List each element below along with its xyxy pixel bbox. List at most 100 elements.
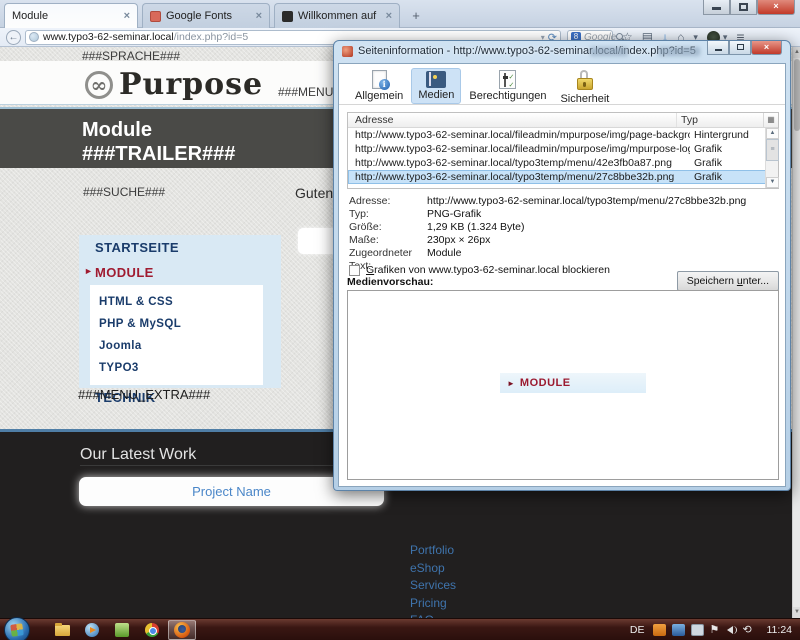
scrollbar-thumb[interactable]: [794, 59, 800, 131]
dialog-close-button[interactable]: ×: [751, 41, 782, 55]
media-row[interactable]: http://www.typo3-62-seminar.local/filead…: [348, 142, 778, 156]
nav-item-module[interactable]: ► MODULE: [79, 260, 281, 285]
desktop: Module × Google Fonts × Willkommen auf p…: [0, 0, 800, 640]
nav-item-joomla[interactable]: Joomla: [90, 335, 263, 357]
maximize-button[interactable]: [730, 0, 757, 15]
firefox-icon: [174, 622, 190, 638]
scroll-up-icon[interactable]: ▲: [793, 47, 800, 58]
dialog-maximize-button[interactable]: [729, 41, 751, 55]
media-player-taskbar-button[interactable]: [78, 620, 106, 640]
tab-sicherheit[interactable]: Sicherheit: [554, 68, 615, 105]
firefox-taskbar-button[interactable]: [168, 620, 196, 640]
tray-app-icon[interactable]: [652, 624, 666, 636]
dialog-title: Seiteninformation - http://www.typo3-62-…: [358, 45, 696, 57]
lock-icon: [576, 70, 594, 92]
detail-value-zugeordneter-text: Module: [427, 247, 462, 259]
volume-icon[interactable]: [726, 624, 737, 636]
preview-image-text: MODULE: [519, 377, 571, 389]
blurred-page-text: [658, 47, 700, 56]
close-button[interactable]: ×: [757, 0, 795, 15]
dialog-body: i Allgemein Medien ✓ ✓ Berechtigungen Sic…: [338, 63, 786, 487]
tab-allgemein[interactable]: i Allgemein: [349, 68, 409, 104]
sync-icon[interactable]: ⟲: [743, 624, 755, 636]
tab-medien[interactable]: Medien: [411, 68, 462, 104]
dialog-window-controls: ×: [707, 41, 782, 55]
chrome-taskbar-button[interactable]: [138, 620, 166, 640]
media-icon: [426, 71, 447, 88]
list-scroll-up-icon[interactable]: ▲: [766, 128, 779, 139]
language-indicator[interactable]: DE: [630, 624, 645, 636]
url-host: www.typo3-62-seminar.local: [43, 31, 174, 43]
dialog-tabs: i Allgemein Medien ✓ ✓ Berechtigungen Sic…: [339, 64, 785, 105]
tab-title: Willkommen auf pcsystem...: [298, 10, 378, 22]
new-tab-button[interactable]: +: [404, 6, 428, 25]
column-typ[interactable]: Typ: [677, 113, 763, 127]
scroll-down-icon[interactable]: ▼: [793, 607, 800, 618]
tab-google-fonts[interactable]: Google Fonts ×: [142, 3, 270, 28]
detail-value-typ: PNG-Grafik: [427, 208, 482, 220]
minimize-button[interactable]: [703, 0, 730, 15]
media-row[interactable]: http://www.typo3-62-seminar.local/filead…: [348, 128, 778, 142]
site-logo[interactable]: ∞ Purpose: [85, 67, 263, 102]
nav-item-startseite[interactable]: STARTSEITE: [79, 235, 281, 260]
explorer-taskbar-button[interactable]: [48, 620, 76, 640]
preview-image: ► MODULE: [500, 373, 646, 393]
media-details: Adresse: http://www.typo3-62-seminar.loca…: [349, 195, 747, 272]
latest-work-heading: Our Latest Work: [80, 446, 197, 463]
media-list: Adresse Typ ▦ http://www.typo3-62-semina…: [347, 112, 779, 189]
network-icon[interactable]: [671, 624, 685, 636]
detail-label: Größe:: [349, 221, 382, 233]
window-controls: ×: [703, 0, 795, 15]
display-icon[interactable]: [690, 624, 704, 636]
tab-close-icon[interactable]: ×: [256, 10, 262, 22]
app-taskbar-button[interactable]: [108, 620, 136, 640]
tab-willkommen[interactable]: Willkommen auf pcsystem... ×: [274, 3, 400, 28]
infinity-logo-icon: ∞: [85, 70, 113, 99]
tab-close-icon[interactable]: ×: [386, 10, 392, 22]
blurred-page-text: [590, 47, 628, 56]
tab-close-icon[interactable]: ×: [124, 10, 130, 22]
site-favicon: [282, 10, 293, 22]
block-images-label: Grafiken von www.typo3-62-seminar.local …: [366, 264, 610, 276]
system-tray: DE ⚑ ⟲ 11:24: [630, 619, 796, 640]
list-scrollbar[interactable]: ▲ ≡ ▼: [765, 128, 779, 188]
column-adresse[interactable]: Adresse: [348, 113, 677, 127]
greeting-text: Guten: [295, 185, 334, 201]
tab-module[interactable]: Module ×: [4, 3, 138, 28]
chrome-icon: [145, 623, 159, 637]
general-info-icon: i: [371, 70, 390, 90]
site-identity-icon[interactable]: [29, 32, 39, 42]
dialog-titlebar[interactable]: Seiteninformation - http://www.typo3-62-…: [342, 45, 696, 57]
list-scroll-down-icon[interactable]: ▼: [766, 177, 779, 188]
main-navigation: STARTSEITE ► MODULE HTML & CSS PHP & MyS…: [79, 235, 281, 405]
detail-value-adresse: http://www.typo3-62-seminar.local/typo3t…: [427, 195, 747, 207]
tab-berechtigungen[interactable]: ✓ ✓ Berechtigungen: [463, 68, 552, 104]
google-fonts-favicon: [150, 10, 161, 22]
action-center-flag-icon[interactable]: ⚑: [710, 624, 720, 636]
media-row[interactable]: http://www.typo3-62-seminar.local/typo3t…: [348, 156, 778, 170]
footer-link-pricing[interactable]: Pricing: [410, 595, 456, 613]
page-scrollbar[interactable]: ▲ ▼: [792, 47, 800, 618]
footer-link-portfolio[interactable]: Portfolio: [410, 542, 456, 560]
block-images-checkbox[interactable]: [349, 264, 360, 276]
list-scroll-thumb[interactable]: ≡: [766, 139, 779, 161]
detail-label: Maße:: [349, 234, 379, 246]
column-picker-icon[interactable]: ▦: [763, 113, 778, 127]
nav-item-typo3[interactable]: TYPO3: [90, 357, 263, 379]
media-row-selected[interactable]: http://www.typo3-62-seminar.local/typo3t…: [348, 170, 778, 184]
nav-item-html-css[interactable]: HTML & CSS: [90, 291, 263, 313]
save-as-button[interactable]: Speichern unter...: [676, 271, 779, 291]
dialog-minimize-button[interactable]: [707, 41, 729, 55]
taskbar-icons: [48, 620, 198, 640]
nav-item-php-mysql[interactable]: PHP & MySQL: [90, 313, 263, 335]
dialog-icon: [342, 45, 353, 57]
footer-link-eshop[interactable]: eShop: [410, 560, 456, 578]
clock[interactable]: 11:24: [767, 624, 793, 636]
start-button[interactable]: [4, 617, 30, 640]
nav-submenu: HTML & CSS PHP & MySQL Joomla TYPO3: [90, 285, 263, 385]
tab-title: Google Fonts: [166, 10, 233, 22]
footer-link-services[interactable]: Services: [410, 577, 456, 595]
media-list-header: Adresse Typ ▦: [348, 113, 778, 128]
back-button[interactable]: ←: [6, 29, 21, 45]
app-icon: [115, 623, 129, 637]
